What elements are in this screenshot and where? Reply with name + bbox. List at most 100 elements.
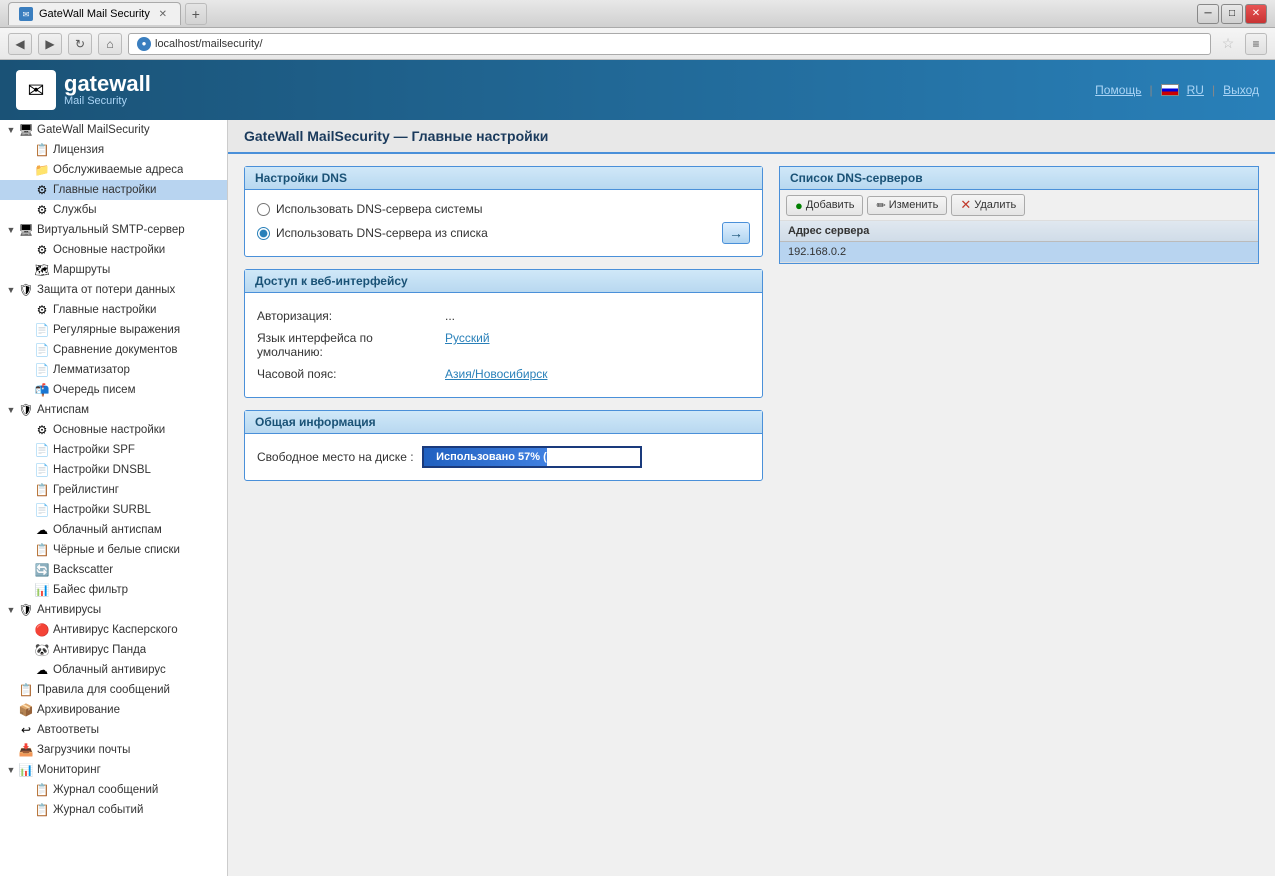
tree-item-label: Настройки SPF bbox=[53, 444, 135, 456]
tree-toggle-icon bbox=[20, 343, 34, 357]
dns-toolbar: ● Добавить ✏ Изменить ✕ Удалить bbox=[780, 190, 1258, 221]
tree-item-label: Антивирус Панда bbox=[53, 644, 146, 656]
tz-value[interactable]: Азия/Новосибирск bbox=[445, 367, 548, 381]
disk-label: Свободное место на диске : bbox=[257, 450, 414, 464]
sidebar-item-lemma[interactable]: 📄Лемматизатор bbox=[0, 360, 227, 380]
lang-value[interactable]: Русский bbox=[445, 331, 490, 345]
sidebar-item-license[interactable]: 📋Лицензия bbox=[0, 140, 227, 160]
minimize-button[interactable]: ─ bbox=[1197, 4, 1219, 24]
sidebar-item-dnsbl[interactable]: 📄Настройки DNSBL bbox=[0, 460, 227, 480]
lang-link[interactable]: RU bbox=[1187, 83, 1204, 97]
reload-button[interactable]: ↻ bbox=[68, 33, 92, 55]
dns-radio-system[interactable] bbox=[257, 203, 270, 216]
dns-radio-group: Использовать DNS-сервера системы Использ… bbox=[257, 202, 750, 244]
dns-delete-button[interactable]: ✕ Удалить bbox=[951, 194, 1025, 216]
auth-row: Авторизация: ... bbox=[257, 305, 750, 327]
dns-add-button[interactable]: ● Добавить bbox=[786, 195, 863, 216]
tree-item-label: Антивирусы bbox=[37, 604, 101, 616]
sidebar-item-loaders[interactable]: 📥Загрузчики почты bbox=[0, 740, 227, 760]
tree-item-icon: 🔄 bbox=[34, 562, 50, 578]
dns-table-body: 192.168.0.2 bbox=[780, 242, 1258, 263]
tree-item-label: Облачный антивирус bbox=[53, 664, 166, 676]
sidebar-item-blackwhite[interactable]: 📋Чёрные и белые списки bbox=[0, 540, 227, 560]
back-button[interactable]: ◀ bbox=[8, 33, 32, 55]
content-body: Настройки DNS Использовать DNS-сервера с… bbox=[228, 154, 1275, 493]
sidebar-item-rules[interactable]: 📋Правила для сообщений bbox=[0, 680, 227, 700]
tz-label: Часовой пояс: bbox=[257, 367, 437, 381]
tools-button[interactable]: ≡ bbox=[1245, 33, 1267, 55]
address-bar[interactable]: ● localhost/mailsecurity/ bbox=[128, 33, 1211, 55]
tree-item-label: GateWall MailSecurity bbox=[37, 124, 150, 136]
sidebar-item-msg-log[interactable]: 📋Журнал сообщений bbox=[0, 780, 227, 800]
sidebar-item-bayes[interactable]: 📊Байес фильтр bbox=[0, 580, 227, 600]
sidebar-item-services[interactable]: ⚙Службы bbox=[0, 200, 227, 220]
dns-edit-button[interactable]: ✏ Изменить bbox=[867, 196, 947, 215]
tz-row: Часовой пояс: Азия/Новосибирск bbox=[257, 363, 750, 385]
dns-radio-list[interactable] bbox=[257, 227, 270, 240]
auth-value: ... bbox=[445, 309, 455, 323]
close-button[interactable]: ✕ bbox=[1245, 4, 1267, 24]
sidebar-item-gatewall-root[interactable]: ▼🖥GateWall MailSecurity bbox=[0, 120, 227, 140]
app-content: ✉ gatewall Mail Security Помощь | RU | В… bbox=[0, 60, 1275, 876]
tree-item-icon: 📬 bbox=[34, 382, 50, 398]
tree-toggle-icon bbox=[20, 203, 34, 217]
sidebar-item-backscatter[interactable]: 🔄Backscatter bbox=[0, 560, 227, 580]
table-row[interactable]: 192.168.0.2 bbox=[780, 242, 1258, 263]
sidebar-item-monitoring[interactable]: ▼📊Мониторинг bbox=[0, 760, 227, 780]
sidebar-item-doccomp[interactable]: 📄Сравнение документов bbox=[0, 340, 227, 360]
forward-button[interactable]: ▶ bbox=[38, 33, 62, 55]
web-panel-body: Авторизация: ... Язык интерфейса по умол… bbox=[245, 293, 762, 397]
delete-icon: ✕ bbox=[960, 197, 971, 213]
sidebar: ▼🖥GateWall MailSecurity📋Лицензия📁Обслужи… bbox=[0, 120, 228, 876]
sidebar-item-queue[interactable]: 📬Очередь писем bbox=[0, 380, 227, 400]
tree-item-label: Маршруты bbox=[53, 264, 110, 276]
sidebar-item-antispam-main[interactable]: ⚙Основные настройки bbox=[0, 420, 227, 440]
home-button[interactable]: ⌂ bbox=[98, 33, 122, 55]
sidebar-item-antivirus[interactable]: ▼🛡Антивирусы bbox=[0, 600, 227, 620]
sidebar-item-cloud-av[interactable]: ☁Облачный антивирус bbox=[0, 660, 227, 680]
sidebar-item-antispam[interactable]: ▼🛡Антиспам bbox=[0, 400, 227, 420]
dns-server-table: Адрес сервера 192.168.0.2 bbox=[780, 221, 1258, 263]
tree-toggle-icon bbox=[4, 743, 18, 757]
tree-item-icon: 📊 bbox=[34, 582, 50, 598]
new-tab-button[interactable]: + bbox=[185, 3, 207, 25]
tree-toggle-icon bbox=[4, 683, 18, 697]
exit-link[interactable]: Выход bbox=[1223, 83, 1259, 97]
help-link[interactable]: Помощь bbox=[1095, 83, 1141, 97]
sidebar-item-kasper[interactable]: 🔴Антивирус Касперского bbox=[0, 620, 227, 640]
sidebar-item-spf[interactable]: 📄Настройки SPF bbox=[0, 440, 227, 460]
tree-toggle-icon bbox=[20, 663, 34, 677]
browser-tab[interactable]: ✉ GateWall Mail Security ✕ bbox=[8, 2, 181, 25]
sidebar-item-archive[interactable]: 📦Архивирование bbox=[0, 700, 227, 720]
info-panel-body: Свободное место на диске : Использовано … bbox=[245, 434, 762, 480]
sidebar-item-surbl[interactable]: 📄Настройки SURBL bbox=[0, 500, 227, 520]
sidebar-item-autoreply[interactable]: ↩Автоответы bbox=[0, 720, 227, 740]
tree-item-label: Настройки DNSBL bbox=[53, 464, 151, 476]
header-links: Помощь | RU | Выход bbox=[1095, 83, 1259, 97]
sidebar-item-panda[interactable]: 🐼Антивирус Панда bbox=[0, 640, 227, 660]
tree-item-label: Антивирус Касперского bbox=[53, 624, 178, 636]
sidebar-item-regexp[interactable]: 📄Регулярные выражения bbox=[0, 320, 227, 340]
title-bar: ✉ GateWall Mail Security ✕ + ─ □ ✕ bbox=[0, 0, 1275, 28]
sidebar-item-dlp[interactable]: ▼🛡Защита от потери данных bbox=[0, 280, 227, 300]
sidebar-item-routes[interactable]: 🗺Маршруты bbox=[0, 260, 227, 280]
sidebar-item-addresses[interactable]: 📁Обслуживаемые адреса bbox=[0, 160, 227, 180]
sidebar-item-greylisting[interactable]: 📋Грейлистинг bbox=[0, 480, 227, 500]
tree-toggle-icon bbox=[20, 243, 34, 257]
tree-item-label: Журнал событий bbox=[53, 804, 143, 816]
dns-address-cell: 192.168.0.2 bbox=[780, 242, 1258, 263]
sidebar-item-dlp-main[interactable]: ⚙Главные настройки bbox=[0, 300, 227, 320]
maximize-button[interactable]: □ bbox=[1221, 4, 1243, 24]
sidebar-item-evt-log[interactable]: 📋Журнал событий bbox=[0, 800, 227, 820]
sidebar-item-cloud-antispam[interactable]: ☁Облачный антиспам bbox=[0, 520, 227, 540]
tree-item-icon: 📋 bbox=[34, 782, 50, 798]
sidebar-item-smtp-main[interactable]: ⚙Основные настройки bbox=[0, 240, 227, 260]
tab-close-button[interactable]: ✕ bbox=[156, 7, 170, 21]
bookmark-button[interactable]: ☆ bbox=[1217, 33, 1239, 55]
tree-item-label: Регулярные выражения bbox=[53, 324, 180, 336]
sidebar-item-main-settings[interactable]: ⚙Главные настройки bbox=[0, 180, 227, 200]
dns-arrow-button[interactable]: → bbox=[722, 222, 750, 244]
sidebar-item-smtp-virtual[interactable]: ▼🖥Виртуальный SMTP-сервер bbox=[0, 220, 227, 240]
tree-toggle-icon: ▼ bbox=[4, 123, 18, 137]
window-controls: ─ □ ✕ bbox=[1197, 4, 1267, 24]
